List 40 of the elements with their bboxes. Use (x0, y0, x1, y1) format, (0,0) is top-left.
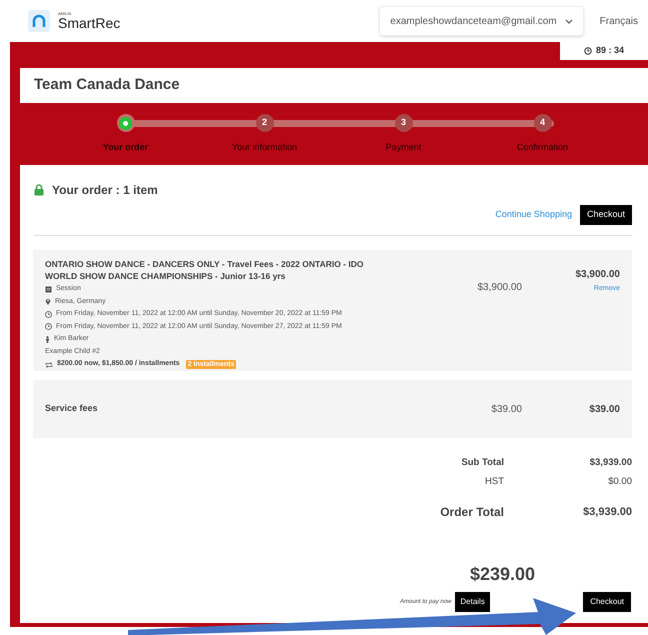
clock-icon (45, 310, 52, 318)
timer-text: 89 : 34 (596, 44, 624, 58)
total-value: $0.00 (607, 475, 632, 490)
total-label: Sub Total (460, 456, 504, 470)
total-label: Order Total (439, 504, 504, 521)
step-label: Your information (232, 141, 298, 154)
pin-icon (45, 298, 51, 306)
line-total: $3,900.00 (576, 268, 620, 282)
clock-icon (584, 47, 592, 55)
repeat-icon (45, 362, 53, 368)
total-value: $3,939.00 (582, 504, 632, 520)
language-link[interactable]: Français (600, 14, 638, 28)
total-label: HST (484, 475, 504, 490)
unit-price: $39.00 (490, 402, 522, 416)
step-label: Confirmation (516, 141, 568, 154)
line-total: $39.00 (588, 402, 620, 416)
book-icon (45, 286, 52, 293)
step-indicator: 2 (256, 114, 274, 132)
continue-shopping-link[interactable]: Continue Shopping (495, 208, 572, 222)
unit-price: $3,900.00 (478, 282, 522, 293)
total-value: $3,939.00 (588, 456, 632, 470)
step-indicator: 4 (534, 114, 552, 132)
brand-name: SmartRec (58, 16, 120, 30)
page-title: Team Canada Dance (34, 75, 180, 96)
order-heading: Your order : 1 item (52, 182, 158, 199)
person-icon (45, 336, 50, 343)
step-label: Payment (386, 141, 422, 154)
item-title: ONTARIO SHOW DANCE - DANCERS ONLY - Travel Fees - 2022 ONTARIO - IDO WORLD SHOW DANCE CHAMPIONSHIPS - Junior 13-16 yrs (45, 258, 364, 282)
fee-label: Service fees (45, 402, 99, 416)
step-label: Your order (102, 141, 148, 154)
logo-icon (28, 10, 50, 32)
checkout-button[interactable]: Checkout (583, 592, 631, 612)
lock-icon (34, 184, 44, 196)
step-indicator: 3 (394, 114, 412, 132)
details-button[interactable]: Details (455, 592, 490, 612)
clock-icon (45, 323, 52, 330)
amount-due: $239.00 (470, 563, 536, 586)
checkout-button[interactable]: Checkout (580, 205, 632, 225)
account-dropdown[interactable]: exampleshowdanceteam@gmail.com (379, 6, 584, 36)
caret-icon (564, 18, 573, 24)
